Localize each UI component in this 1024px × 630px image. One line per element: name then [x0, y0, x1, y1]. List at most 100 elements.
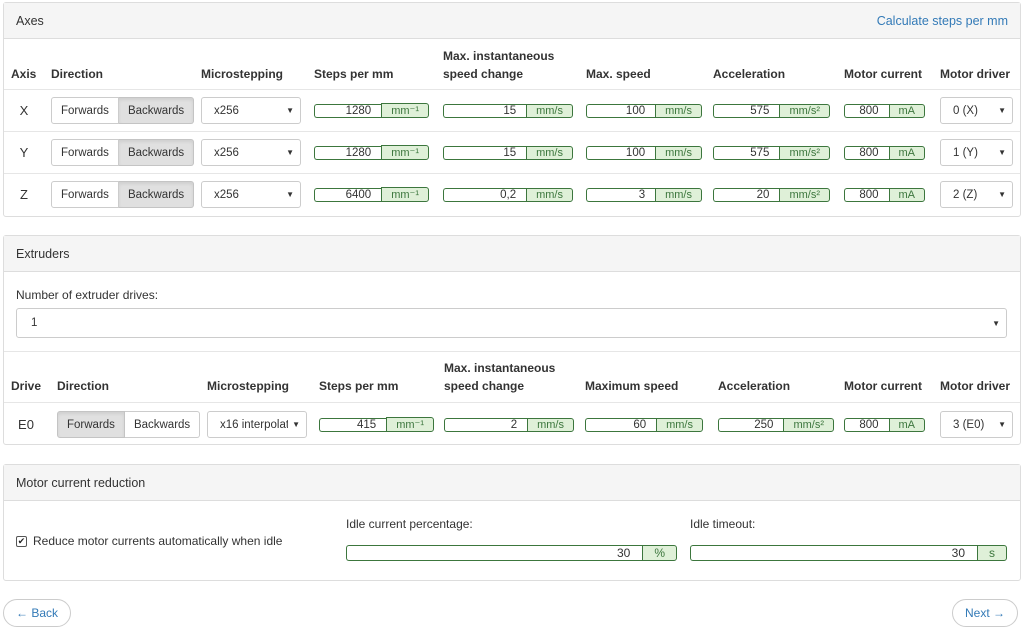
header-motor-current-ext: Motor current	[844, 379, 922, 393]
idle-percentage-value: 30	[346, 545, 643, 561]
chevron-down-icon: ▼	[998, 420, 1006, 429]
microstepping-select-y[interactable]: x256 ▼	[201, 139, 301, 166]
idle-timeout-input[interactable]: 30 s	[690, 538, 1007, 568]
extruder-count-select[interactable]: 1 ▼	[16, 308, 1007, 338]
accel-unit-y: mm/s²	[779, 145, 830, 160]
reduction-panel: Motor current reduction ✔ Reduce motor c…	[3, 464, 1021, 581]
max-speed-input-e0[interactable]: 60 mm/s	[585, 411, 703, 438]
microstepping-value-e0: x16 interpolated	[220, 418, 288, 431]
speed-unit-y: mm/s	[655, 145, 702, 160]
motor-driver-select-y[interactable]: 1 (Y) ▼	[940, 139, 1013, 166]
driver-value-z: 2 (Z)	[953, 188, 978, 201]
steps-unit-z: mm⁻¹	[381, 187, 429, 202]
forwards-button-z[interactable]: Forwards	[51, 181, 119, 208]
header-direction: Direction	[51, 67, 104, 81]
steps-value-z: 6400	[314, 187, 382, 202]
backwards-button-e0[interactable]: Backwards	[124, 411, 201, 438]
speed-change-input-y[interactable]: 15 mm/s	[443, 139, 573, 166]
header-acceleration: Acceleration	[713, 67, 786, 81]
idle-timeout-label: Idle timeout:	[690, 517, 756, 531]
speed-change-input-x[interactable]: 15 mm/s	[443, 97, 573, 124]
reduce-idle-checkbox[interactable]: ✔	[16, 535, 27, 547]
header-axis: Axis	[11, 67, 37, 81]
extruder-count-label: Number of extruder drives:	[16, 288, 159, 302]
backwards-button-x[interactable]: Backwards	[118, 97, 195, 124]
steps-per-mm-input-x[interactable]: 1280 mm⁻¹	[314, 97, 429, 124]
microstepping-select-z[interactable]: x256 ▼	[201, 181, 301, 208]
acceleration-input-e0[interactable]: 250 mm/s²	[718, 411, 834, 438]
speed-unit-x: mm/s	[655, 103, 702, 118]
steps-value-y: 1280	[314, 145, 382, 160]
jerk-unit-e0: mm/s	[527, 417, 574, 432]
extruders-panel: Extruders Number of extruder drives: 1 ▼ …	[3, 235, 1021, 445]
driver-value-e0: 3 (E0)	[953, 418, 985, 431]
accel-value-y: 575	[713, 145, 780, 160]
steps-per-mm-input-y[interactable]: 1280 mm⁻¹	[314, 139, 429, 166]
motor-current-input-x[interactable]: 800 mA	[844, 97, 925, 124]
direction-toggle-e0: Forwards Backwards	[57, 411, 201, 438]
forwards-button-e0[interactable]: Forwards	[57, 411, 125, 438]
motor-driver-select-x[interactable]: 0 (X) ▼	[940, 97, 1013, 124]
chevron-down-icon: ▼	[286, 148, 294, 157]
current-value-z: 800	[844, 187, 889, 202]
motor-driver-select-e0[interactable]: 3 (E0) ▼	[940, 411, 1013, 438]
steps-value-e0: 415	[319, 417, 387, 432]
speed-change-input-e0[interactable]: 2 mm/s	[444, 411, 574, 438]
jerk-unit-z: mm/s	[526, 187, 573, 202]
header-max-speed: Max. speed	[586, 67, 651, 81]
axis-label-y: Y	[19, 145, 29, 160]
microstepping-select-x[interactable]: x256 ▼	[201, 97, 301, 124]
reduce-idle-label: Reduce motor currents automatically when…	[33, 534, 283, 548]
header-steps-per-mm-ext: Steps per mm	[319, 379, 399, 393]
axis-label-x: X	[19, 103, 29, 118]
calculate-steps-link[interactable]: Calculate steps per mm	[877, 14, 1008, 28]
accel-value-e0: 250	[718, 417, 784, 432]
backwards-button-y[interactable]: Backwards	[118, 139, 195, 166]
speed-change-input-z[interactable]: 0,2 mm/s	[443, 181, 573, 208]
max-speed-input-x[interactable]: 100 mm/s	[586, 97, 702, 124]
max-speed-input-y[interactable]: 100 mm/s	[586, 139, 702, 166]
next-button[interactable]: Next →	[952, 599, 1019, 627]
driver-value-x: 0 (X)	[953, 104, 978, 117]
chevron-down-icon: ▼	[292, 420, 300, 429]
steps-per-mm-input-e0[interactable]: 415 mm⁻¹	[319, 411, 434, 438]
back-button[interactable]: ← Back	[3, 599, 72, 627]
steps-unit-y: mm⁻¹	[381, 145, 429, 160]
backwards-button-z[interactable]: Backwards	[118, 181, 195, 208]
direction-toggle-z: Forwards Backwards	[51, 181, 195, 208]
speed-value-e0: 60	[585, 417, 657, 432]
axes-panel: Axes Calculate steps per mm Axis Directi…	[3, 2, 1021, 217]
current-value-x: 800	[844, 103, 889, 118]
microstepping-value-x: x256	[214, 104, 239, 117]
motor-current-input-y[interactable]: 800 mA	[844, 139, 925, 166]
acceleration-input-z[interactable]: 20 mm/s²	[713, 181, 830, 208]
max-speed-input-z[interactable]: 3 mm/s	[586, 181, 702, 208]
jerk-value-x: 15	[443, 103, 527, 118]
motor-current-input-e0[interactable]: 800 mA	[844, 411, 925, 438]
header-direction-ext: Direction	[57, 379, 110, 393]
current-unit-x: mA	[888, 103, 925, 118]
direction-toggle-x: Forwards Backwards	[51, 97, 195, 124]
accel-unit-e0: mm/s²	[783, 417, 834, 432]
idle-percentage-label: Idle current percentage:	[346, 517, 473, 531]
driver-value-y: 1 (Y)	[953, 146, 978, 159]
jerk-unit-x: mm/s	[526, 103, 573, 118]
acceleration-input-y[interactable]: 575 mm/s²	[713, 139, 830, 166]
speed-value-x: 100	[586, 103, 656, 118]
accel-unit-x: mm/s²	[779, 103, 830, 118]
header-motor-driver: Motor driver	[940, 67, 1011, 81]
microstepping-select-e0[interactable]: x16 interpolated ▼	[207, 411, 307, 438]
motor-current-input-z[interactable]: 800 mA	[844, 181, 925, 208]
reduce-idle-checkbox-row[interactable]: ✔ Reduce motor currents automatically wh…	[16, 533, 282, 549]
forwards-button-x[interactable]: Forwards	[51, 97, 119, 124]
motor-driver-select-z[interactable]: 2 (Z) ▼	[940, 181, 1013, 208]
steps-per-mm-input-z[interactable]: 6400 mm⁻¹	[314, 181, 429, 208]
acceleration-input-x[interactable]: 575 mm/s²	[713, 97, 830, 124]
idle-percentage-input[interactable]: 30%	[346, 538, 677, 568]
current-unit-z: mA	[888, 187, 925, 202]
header-motor-current: Motor current	[844, 67, 922, 81]
chevron-down-icon: ▼	[286, 106, 294, 115]
forwards-button-y[interactable]: Forwards	[51, 139, 119, 166]
current-unit-e0: mA	[888, 417, 925, 432]
current-unit-y: mA	[888, 145, 925, 160]
